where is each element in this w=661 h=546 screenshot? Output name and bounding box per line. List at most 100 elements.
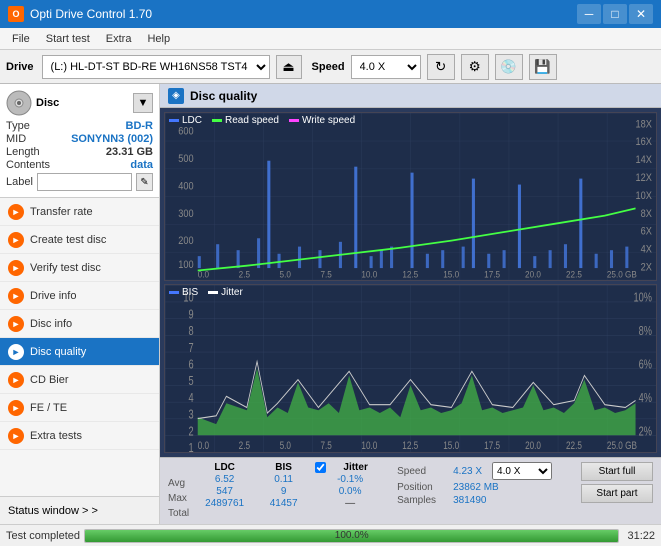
jitter-header: Jitter bbox=[328, 462, 383, 473]
sidebar: Disc ▼ Type BD-R MID SONYNN3 (002) Lengt… bbox=[0, 84, 160, 524]
svg-text:18X: 18X bbox=[636, 119, 653, 131]
ldc-chart-legend: LDC Read speed Write speed bbox=[169, 115, 355, 126]
ldc-total: 2489761 bbox=[197, 498, 252, 509]
legend-write-dot bbox=[289, 119, 299, 122]
position-row: Position 23862 MB bbox=[397, 482, 552, 493]
samples-value: 381490 bbox=[453, 495, 486, 506]
start-buttons: Start full Start part bbox=[581, 462, 653, 503]
svg-text:200: 200 bbox=[178, 236, 194, 248]
sidebar-item-drive-info[interactable]: ► Drive info bbox=[0, 282, 159, 310]
bis-max: 9 bbox=[256, 486, 311, 497]
sidebar-item-disc-quality[interactable]: ► Disc quality bbox=[0, 338, 159, 366]
drive-info-icon: ► bbox=[8, 288, 24, 304]
sidebar-item-create-test-disc[interactable]: ► Create test disc bbox=[0, 226, 159, 254]
svg-text:7.5: 7.5 bbox=[320, 440, 332, 452]
disc-quality-title: Disc quality bbox=[190, 89, 257, 103]
svg-text:8X: 8X bbox=[641, 208, 653, 220]
svg-text:4: 4 bbox=[189, 392, 194, 406]
app-title: Opti Drive Control 1.70 bbox=[30, 7, 152, 21]
svg-text:0.0: 0.0 bbox=[198, 269, 209, 280]
time-display: 31:22 bbox=[627, 530, 655, 542]
speed-select[interactable]: 4.0 X bbox=[351, 55, 421, 79]
titlebar-left: O Opti Drive Control 1.70 bbox=[8, 6, 152, 22]
svg-text:14X: 14X bbox=[636, 155, 653, 167]
speed-label: Speed bbox=[312, 61, 345, 73]
ldc-column: LDC 6.52 547 2489761 bbox=[197, 462, 252, 509]
sidebar-item-extra-tests[interactable]: ► Extra tests bbox=[0, 422, 159, 450]
svg-text:17.5: 17.5 bbox=[484, 440, 500, 452]
svg-text:300: 300 bbox=[178, 208, 194, 220]
sidebar-item-label-fe-te: FE / TE bbox=[30, 402, 67, 414]
svg-text:20.0: 20.0 bbox=[525, 269, 541, 280]
menu-help[interactable]: Help bbox=[139, 31, 178, 47]
save-button[interactable]: 💾 bbox=[529, 54, 557, 80]
svg-text:7: 7 bbox=[189, 342, 194, 356]
sidebar-item-transfer-rate[interactable]: ► Transfer rate bbox=[0, 198, 159, 226]
minimize-button[interactable]: ─ bbox=[577, 4, 601, 24]
ldc-header: LDC bbox=[197, 462, 252, 473]
disc-label-input[interactable] bbox=[37, 173, 132, 191]
svg-text:10.0: 10.0 bbox=[361, 440, 377, 452]
extra-tests-icon: ► bbox=[8, 428, 24, 444]
jitter-max: 0.0% bbox=[315, 486, 385, 497]
svg-text:22.5: 22.5 bbox=[566, 269, 582, 280]
svg-text:500: 500 bbox=[178, 153, 194, 165]
disc-contents-label: Contents bbox=[6, 159, 50, 171]
svg-text:5.0: 5.0 bbox=[280, 269, 291, 280]
legend-read-dot bbox=[212, 119, 222, 122]
sidebar-item-label-extra-tests: Extra tests bbox=[30, 430, 82, 442]
sidebar-item-label-disc-quality: Disc quality bbox=[30, 346, 86, 358]
main-progress-bar: 100.0% bbox=[85, 530, 618, 542]
status-window-button[interactable]: Status window > > bbox=[0, 496, 159, 524]
position-value: 23862 MB bbox=[453, 482, 499, 493]
legend-write: Write speed bbox=[289, 115, 355, 126]
bis-avg: 0.11 bbox=[256, 474, 311, 485]
bis-column: BIS 0.11 9 41457 bbox=[256, 462, 311, 509]
svg-text:400: 400 bbox=[178, 181, 194, 193]
disc-quality-icon-blue: ◈ bbox=[168, 88, 184, 104]
sidebar-item-cd-bier[interactable]: ► CD Bier bbox=[0, 366, 159, 394]
svg-text:0.0: 0.0 bbox=[198, 440, 210, 452]
sidebar-item-verify-test-disc[interactable]: ► Verify test disc bbox=[0, 254, 159, 282]
svg-text:20.0: 20.0 bbox=[525, 440, 541, 452]
legend-jitter-dot bbox=[208, 291, 218, 294]
svg-text:6X: 6X bbox=[641, 226, 653, 238]
svg-text:1: 1 bbox=[189, 442, 194, 452]
svg-text:7.5: 7.5 bbox=[320, 269, 331, 280]
eject-button[interactable]: ⏏ bbox=[276, 55, 302, 79]
speed-select-stats[interactable]: 4.0 X bbox=[492, 462, 552, 480]
menu-extra[interactable]: Extra bbox=[98, 31, 140, 47]
menu-file[interactable]: File bbox=[4, 31, 38, 47]
disc-label-row: Label ✎ bbox=[6, 173, 153, 191]
svg-text:12X: 12X bbox=[636, 172, 653, 184]
close-button[interactable]: ✕ bbox=[629, 4, 653, 24]
sidebar-item-fe-te[interactable]: ► FE / TE bbox=[0, 394, 159, 422]
disc-length-value: 23.31 GB bbox=[106, 146, 153, 158]
settings-button[interactable]: ⚙ bbox=[461, 54, 489, 80]
refresh-button[interactable]: ↻ bbox=[427, 54, 455, 80]
progress-label: 100.0% bbox=[335, 530, 369, 541]
svg-text:8%: 8% bbox=[639, 325, 652, 339]
svg-text:2%: 2% bbox=[639, 425, 652, 439]
maximize-button[interactable]: □ bbox=[603, 4, 627, 24]
status-bar: Test completed 100.0% 31:22 bbox=[0, 524, 661, 546]
disc-label-button[interactable]: ✎ bbox=[136, 173, 153, 191]
start-full-button[interactable]: Start full bbox=[581, 462, 653, 481]
jitter-column: Jitter -0.1% 0.0% — bbox=[315, 462, 385, 509]
sidebar-item-label-drive-info: Drive info bbox=[30, 290, 76, 302]
bis-header: BIS bbox=[256, 462, 311, 473]
sidebar-item-disc-info[interactable]: ► Disc info bbox=[0, 310, 159, 338]
total-label: Total bbox=[168, 506, 189, 520]
svg-text:4X: 4X bbox=[641, 244, 653, 256]
svg-text:3: 3 bbox=[189, 408, 194, 422]
start-part-button[interactable]: Start part bbox=[581, 484, 653, 503]
svg-text:10.0: 10.0 bbox=[361, 269, 377, 280]
menu-start-test[interactable]: Start test bbox=[38, 31, 98, 47]
jitter-checkbox[interactable] bbox=[315, 462, 326, 473]
drive-select[interactable]: (L:) HL-DT-ST BD-RE WH16NS58 TST4 bbox=[42, 55, 270, 79]
charts-area: LDC Read speed Write speed bbox=[160, 108, 661, 457]
disc-options-button[interactable]: ▼ bbox=[133, 93, 153, 113]
disc-label-label: Label bbox=[6, 176, 33, 188]
disc-button[interactable]: 💿 bbox=[495, 54, 523, 80]
stats-area: Avg Max Total LDC 6.52 547 2489761 BIS 0… bbox=[160, 457, 661, 524]
